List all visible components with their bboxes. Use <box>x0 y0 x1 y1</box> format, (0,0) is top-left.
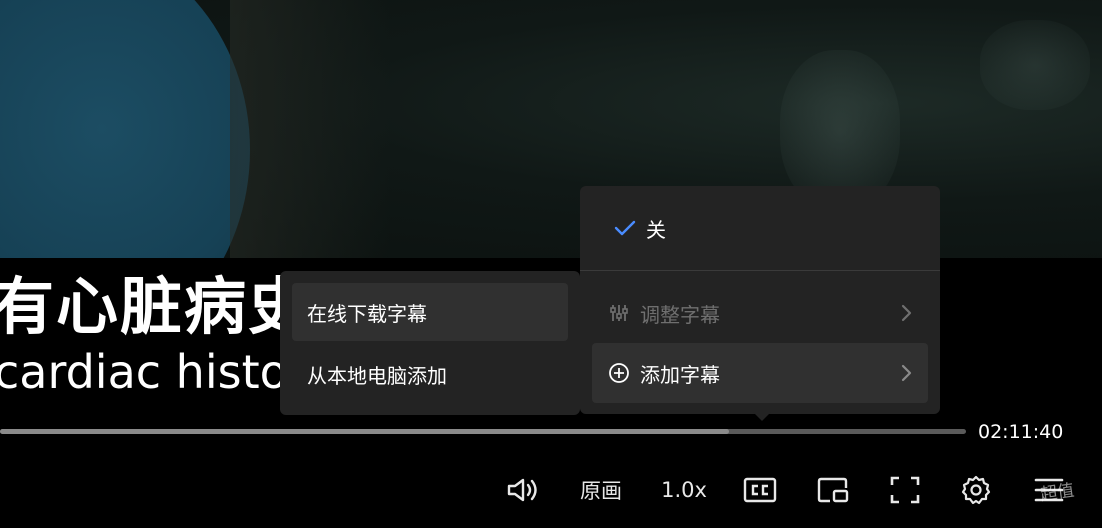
subtitle-off-item[interactable]: 关 <box>614 212 666 244</box>
watermark: 超值 <box>1039 480 1076 506</box>
check-icon <box>614 220 636 236</box>
adjust-subtitle-label: 调整字幕 <box>640 302 720 327</box>
quality-button[interactable]: 原画 <box>570 474 632 506</box>
volume-icon <box>507 478 537 502</box>
adjust-subtitle-item[interactable]: 调整字幕 <box>592 284 928 342</box>
add-subtitle-label: 添加字幕 <box>640 362 720 387</box>
menu-divider <box>580 270 940 271</box>
subtitle-chinese: 有心脏病史 <box>0 270 313 343</box>
fullscreen-icon <box>890 476 920 504</box>
gear-icon <box>961 475 991 505</box>
chevron-right-icon <box>901 364 912 382</box>
progress-bar[interactable] <box>0 429 966 434</box>
video-shade <box>230 0 390 258</box>
settings-button[interactable] <box>957 474 995 506</box>
online-download-label: 在线下载字幕 <box>307 301 427 326</box>
add-subtitle-item[interactable]: 添加字幕 <box>592 343 928 403</box>
volume-button[interactable] <box>504 474 542 506</box>
speed-button[interactable]: 1.0x <box>656 474 712 506</box>
video-figure <box>0 0 250 258</box>
local-add-label: 从本地电脑添加 <box>307 363 447 388</box>
chevron-right-icon <box>901 304 912 322</box>
video-background-blob-2 <box>980 20 1090 110</box>
menu-pointer <box>753 412 771 421</box>
subtitle-menu: 关 调整字幕 添加字幕 <box>580 186 940 414</box>
plus-circle-icon <box>608 362 630 384</box>
pip-icon <box>817 477 849 503</box>
time-remaining: 02:11:40 <box>978 421 1064 443</box>
cc-icon <box>743 477 777 503</box>
fullscreen-button[interactable] <box>886 474 924 506</box>
add-subtitle-submenu: 在线下载字幕 从本地电脑添加 <box>280 271 580 415</box>
pip-button[interactable] <box>814 474 852 506</box>
subtitle-off-label: 关 <box>646 217 666 242</box>
sliders-icon <box>608 302 630 324</box>
online-download-item[interactable]: 在线下载字幕 <box>292 283 568 341</box>
local-add-item[interactable]: 从本地电脑添加 <box>292 345 568 403</box>
subtitle-button[interactable] <box>741 474 779 506</box>
progress-fill <box>0 429 730 434</box>
